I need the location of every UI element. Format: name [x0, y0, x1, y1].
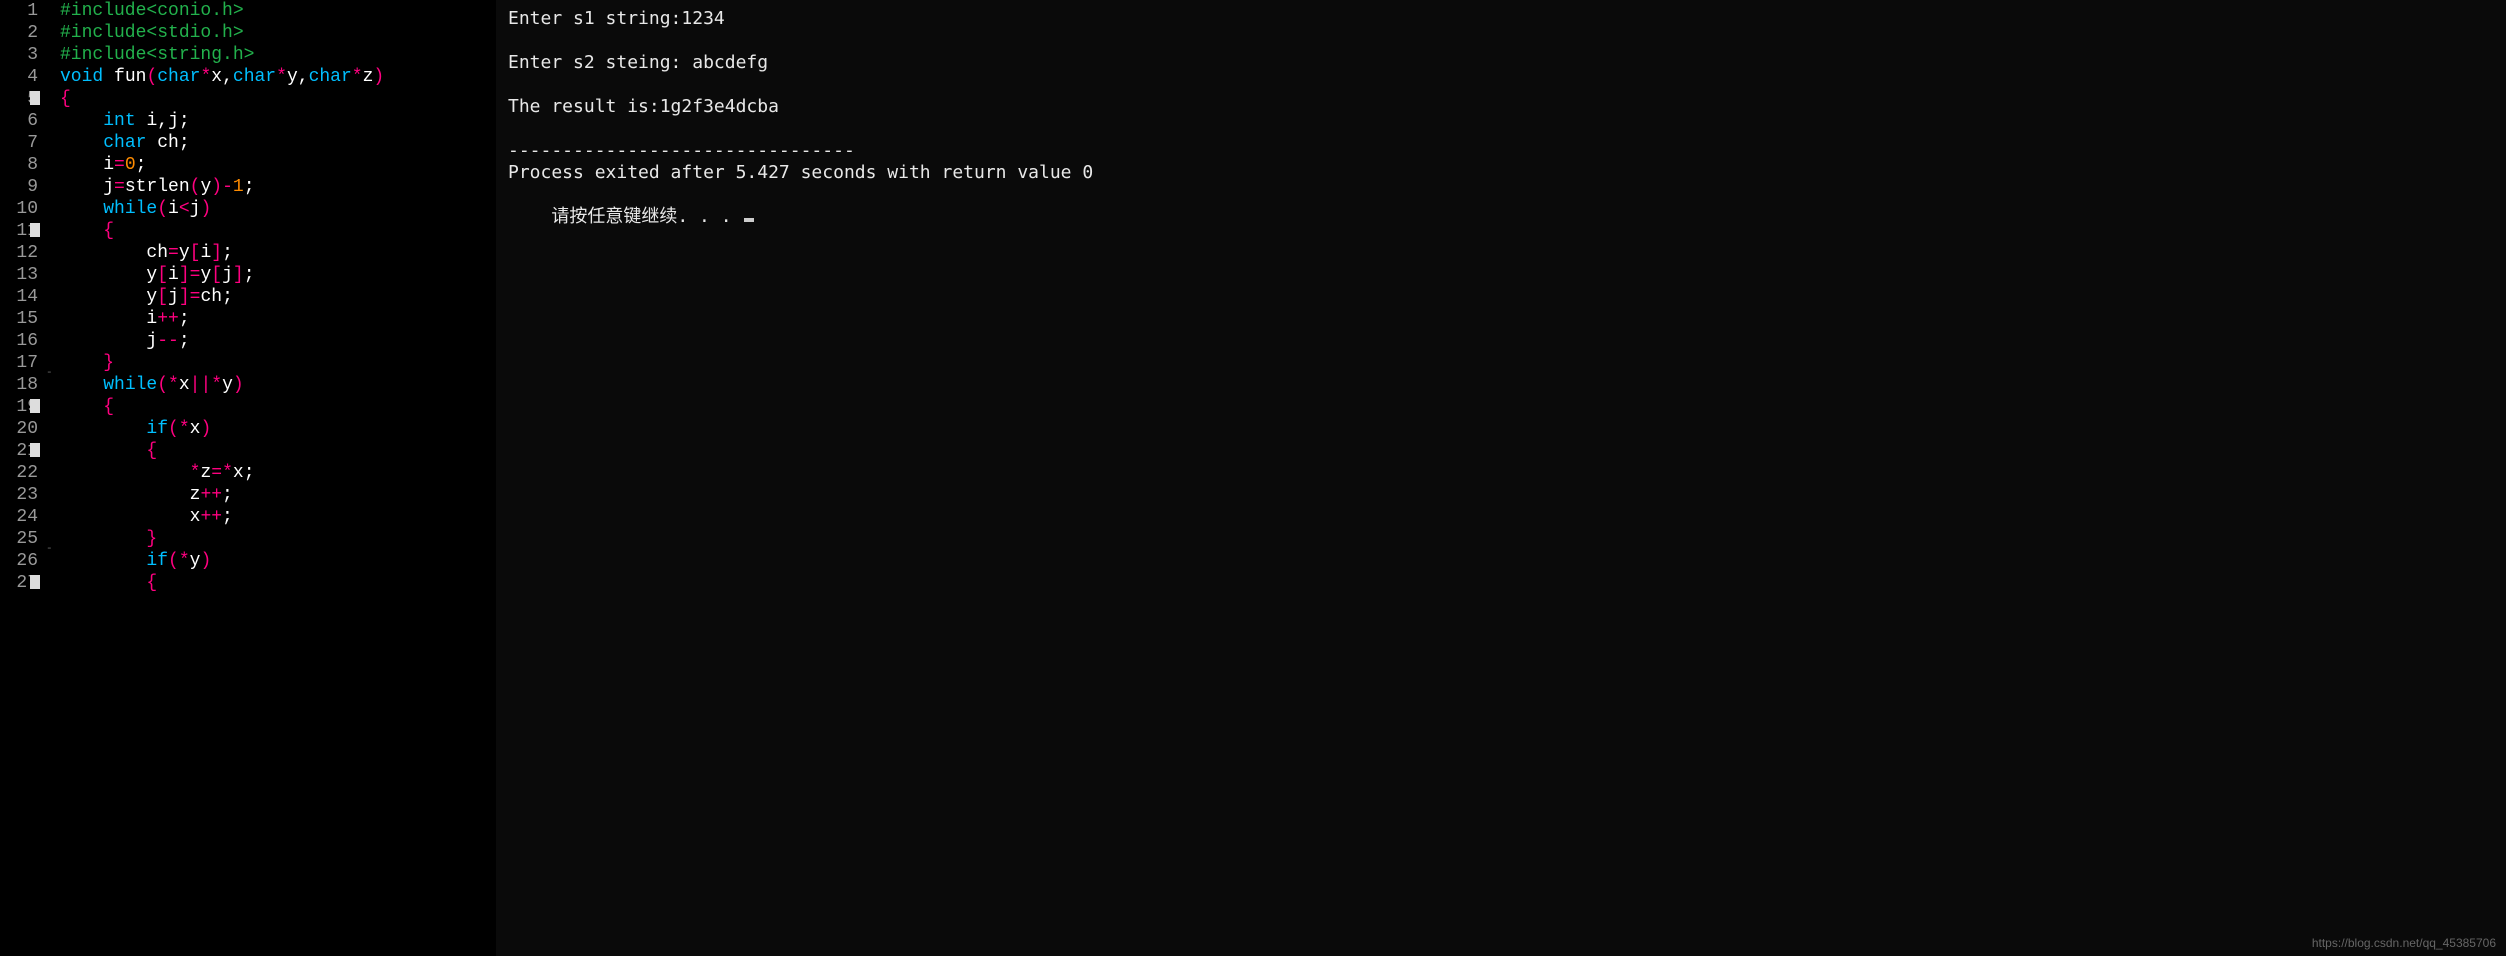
code-line[interactable]: j=strlen(y)-1; [60, 176, 496, 198]
line-number: 27 [0, 572, 38, 594]
console-output-line [508, 74, 2494, 96]
code-line[interactable]: i++; [60, 308, 496, 330]
console-prompt-text: 请按任意键继续. . . [551, 206, 742, 227]
console-output-line: Enter s2 steing: abcdefg [508, 52, 2494, 74]
code-line[interactable]: { [60, 220, 496, 242]
line-number: 15 [0, 308, 38, 330]
fold-marker-icon[interactable] [30, 91, 40, 105]
code-line[interactable]: while(i<j) [60, 198, 496, 220]
fold-marker-icon[interactable] [30, 443, 40, 457]
line-number: 10 [0, 198, 38, 220]
code-line[interactable]: if(*x) [60, 418, 496, 440]
code-line[interactable]: } [60, 352, 496, 374]
code-line[interactable]: x++; [60, 506, 496, 528]
console-output-line [508, 30, 2494, 52]
console-cursor [744, 218, 754, 222]
line-number: 9 [0, 176, 38, 198]
line-number: 1 [0, 0, 38, 22]
fold-marker-icon[interactable] [30, 223, 40, 237]
line-number: 4 [0, 66, 38, 88]
code-line[interactable]: i=0; [60, 154, 496, 176]
code-line[interactable]: j--; [60, 330, 496, 352]
code-line[interactable]: void fun(char*x,char*y,char*z) [60, 66, 496, 88]
line-number: 17- [0, 352, 38, 374]
code-line[interactable]: { [60, 440, 496, 462]
code-line[interactable]: { [60, 572, 496, 594]
console-output-line: Enter s1 string:1234 [508, 8, 2494, 30]
code-area[interactable]: #include<conio.h>#include<stdio.h>#inclu… [48, 0, 496, 956]
fold-marker-icon[interactable] [30, 399, 40, 413]
line-number: 2 [0, 22, 38, 44]
code-line[interactable]: char ch; [60, 132, 496, 154]
console-output-line: The result is:1g2f3e4dcba [508, 96, 2494, 118]
line-number: 25- [0, 528, 38, 550]
line-number: 18 [0, 374, 38, 396]
line-number: 7 [0, 132, 38, 154]
console-output-line: -------------------------------- [508, 140, 2494, 162]
line-number: 22 [0, 462, 38, 484]
code-editor-pane[interactable]: 1234567891011121314151617-18192021222324… [0, 0, 496, 956]
line-number: 20 [0, 418, 38, 440]
code-line[interactable]: #include<string.h> [60, 44, 496, 66]
fold-marker-icon[interactable] [30, 575, 40, 589]
code-line[interactable]: } [60, 528, 496, 550]
line-number: 14 [0, 286, 38, 308]
code-line[interactable]: while(*x||*y) [60, 374, 496, 396]
line-number: 23 [0, 484, 38, 506]
line-number: 6 [0, 110, 38, 132]
line-number: 3 [0, 44, 38, 66]
console-output-line [508, 118, 2494, 140]
watermark-text: https://blog.csdn.net/qq_45385706 [2312, 936, 2496, 950]
fold-dash-icon: - [46, 538, 53, 560]
console-output-line: Process exited after 5.427 seconds with … [508, 162, 2494, 184]
line-number: 12 [0, 242, 38, 264]
line-number: 8 [0, 154, 38, 176]
code-line[interactable]: #include<conio.h> [60, 0, 496, 22]
console-output-pane[interactable]: Enter s1 string:1234 Enter s2 steing: abc… [496, 0, 2506, 956]
line-number: 26 [0, 550, 38, 572]
code-line[interactable]: y[i]=y[j]; [60, 264, 496, 286]
code-line[interactable]: if(*y) [60, 550, 496, 572]
code-line[interactable]: #include<stdio.h> [60, 22, 496, 44]
code-line[interactable]: ch=y[i]; [60, 242, 496, 264]
code-line[interactable]: { [60, 396, 496, 418]
line-number: 5 [0, 88, 38, 110]
line-number: 11 [0, 220, 38, 242]
code-line[interactable]: *z=*x; [60, 462, 496, 484]
line-number: 24 [0, 506, 38, 528]
code-line[interactable]: { [60, 88, 496, 110]
code-line[interactable]: int i,j; [60, 110, 496, 132]
code-line[interactable]: z++; [60, 484, 496, 506]
console-prompt-line: 请按任意键继续. . . [508, 184, 2494, 250]
line-number: 13 [0, 264, 38, 286]
line-number-gutter: 1234567891011121314151617-18192021222324… [0, 0, 48, 956]
fold-dash-icon: - [46, 362, 53, 384]
line-number: 16 [0, 330, 38, 352]
code-line[interactable]: y[j]=ch; [60, 286, 496, 308]
line-number: 21 [0, 440, 38, 462]
line-number: 19 [0, 396, 38, 418]
